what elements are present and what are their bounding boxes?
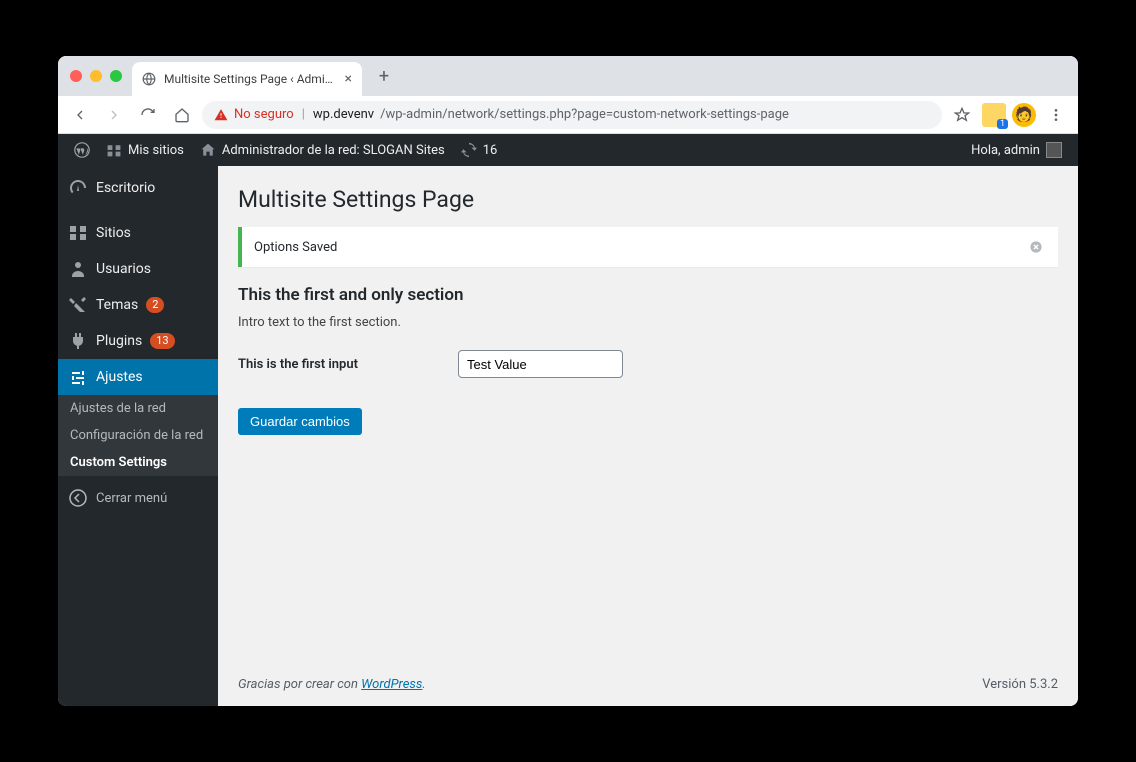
url-path: /wp-admin/network/settings.php?page=cust… [380,107,789,122]
content-area: Multisite Settings Page Options Saved Th… [218,166,1078,706]
update-badge: 2 [146,297,164,313]
sidebar-item-label: Usuarios [96,261,151,277]
submenu-item-custom-settings[interactable]: Custom Settings [58,449,218,476]
greeting-label: Hola, admin [971,143,1040,158]
forward-button[interactable] [100,101,128,129]
notice-text: Options Saved [254,240,337,255]
extension-icon[interactable]: 1 [982,103,1006,127]
admin-footer: Gracias por crear con WordPress. Versión… [218,663,1078,706]
home-button[interactable] [168,101,196,129]
globe-icon [142,72,156,86]
users-icon [68,259,88,279]
success-notice: Options Saved [238,227,1058,267]
wp-logo[interactable] [66,134,98,166]
submenu-item-ajustes-red[interactable]: Ajustes de la red [58,395,218,422]
back-button[interactable] [66,101,94,129]
sidebar-item-label: Temas [96,297,138,313]
reload-button[interactable] [134,101,162,129]
url-field[interactable]: No seguro | wp.devenv/wp-admin/network/s… [202,101,942,129]
sidebar-item-plugins[interactable]: Plugins 13 [58,323,218,359]
sidebar-item-label: Escritorio [96,180,155,196]
tab-title: Multisite Settings Page ‹ Adminis [164,72,337,86]
dismiss-notice-button[interactable] [1026,237,1046,257]
sidebar-item-usuarios[interactable]: Usuarios [58,251,218,287]
window-controls[interactable] [70,70,122,82]
my-sites-link[interactable]: Mis sitios [98,134,192,166]
home-icon [200,142,216,158]
security-label: No seguro [234,107,294,122]
footer-thanks: Gracias por crear con WordPress. [238,677,426,692]
section-title: This the first and only section [238,285,1058,305]
admin-sidebar: Escritorio Sitios Usuarios Temas 2 Plugi… [58,166,218,706]
sites-icon [68,223,88,243]
save-button[interactable]: Guardar cambios [238,408,362,435]
sidebar-item-temas[interactable]: Temas 2 [58,287,218,323]
my-sites-label: Mis sitios [128,143,184,158]
tab-bar: Multisite Settings Page ‹ Adminis × + [58,56,1078,96]
field-label: This is the first input [238,357,458,372]
url-host: wp.devenv [313,107,374,122]
browser-menu-button[interactable] [1042,101,1070,129]
close-icon [1029,240,1043,254]
collapse-menu-button[interactable]: Cerrar menú [58,480,218,516]
wp-admin-bar: Mis sitios Administrador de la red: SLOG… [58,134,1078,166]
themes-icon [68,295,88,315]
wordpress-link[interactable]: WordPress [361,677,422,692]
url-separator: | [302,107,305,122]
close-window-icon[interactable] [70,70,82,82]
collapse-icon [68,488,88,508]
profile-avatar-icon[interactable]: 🧑 [1012,103,1036,127]
sidebar-item-label: Ajustes [96,369,143,385]
extension-badge: 1 [997,119,1008,129]
sidebar-item-label: Plugins [96,333,142,349]
footer-version: Versión 5.3.2 [982,677,1058,692]
update-badge: 13 [150,333,174,349]
sites-icon [106,142,122,158]
settings-submenu: Ajustes de la red Configuración de la re… [58,395,218,476]
sidebar-item-sitios[interactable]: Sitios [58,215,218,251]
network-admin-link[interactable]: Administrador de la red: SLOGAN Sites [192,134,453,166]
sidebar-item-ajustes[interactable]: Ajustes [58,359,218,395]
warning-icon [214,108,228,122]
wordpress-icon [74,142,90,158]
sidebar-item-escritorio[interactable]: Escritorio [58,166,218,210]
form-row: This is the first input [238,350,1058,378]
page-title: Multisite Settings Page [238,186,1058,213]
maximize-window-icon[interactable] [110,70,122,82]
wp-body: Escritorio Sitios Usuarios Temas 2 Plugi… [58,166,1078,706]
collapse-label: Cerrar menú [96,491,167,506]
address-bar: No seguro | wp.devenv/wp-admin/network/s… [58,96,1078,134]
account-link[interactable]: Hola, admin [963,134,1070,166]
section-intro: Intro text to the first section. [238,315,1058,330]
updates-link[interactable]: 16 [453,134,506,166]
close-tab-icon[interactable]: × [345,71,352,87]
plugins-icon [68,331,88,351]
browser-tab[interactable]: Multisite Settings Page ‹ Adminis × [132,62,362,96]
network-admin-label: Administrador de la red: SLOGAN Sites [222,143,445,158]
dashboard-icon [68,178,88,198]
submenu-item-config-red[interactable]: Configuración de la red [58,422,218,449]
bookmark-button[interactable] [948,101,976,129]
user-avatar-icon [1046,142,1062,158]
minimize-window-icon[interactable] [90,70,102,82]
first-input[interactable] [458,350,623,378]
updates-count: 16 [483,143,498,158]
settings-icon [68,367,88,387]
refresh-icon [461,142,477,158]
sidebar-item-label: Sitios [96,225,131,241]
browser-window: Multisite Settings Page ‹ Adminis × + No… [58,56,1078,706]
new-tab-button[interactable]: + [370,62,398,90]
